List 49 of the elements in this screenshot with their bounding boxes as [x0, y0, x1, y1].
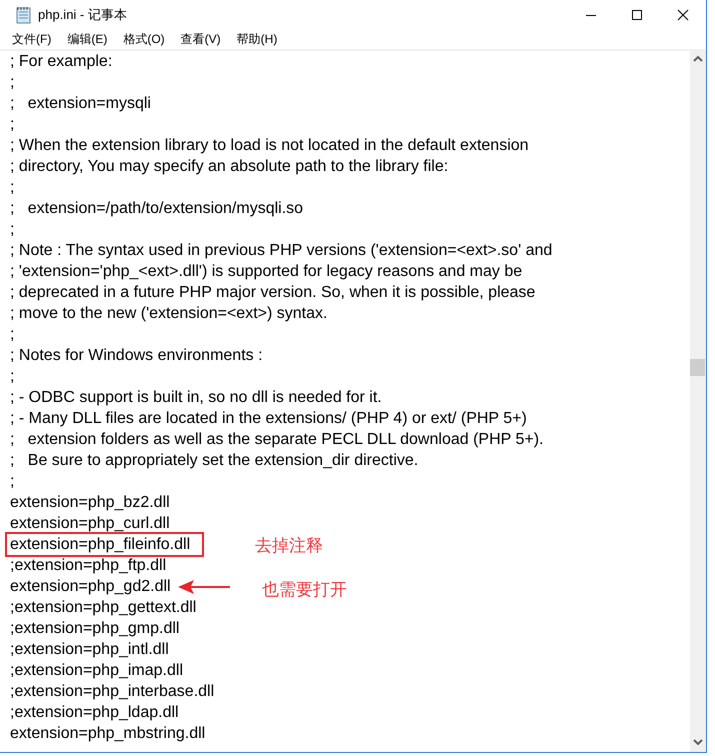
code-line: ; - ODBC support is built in, so no dll is needed for it.	[9, 388, 383, 407]
code-line: ; Be sure to appropriately set the extension_dir directive.	[9, 451, 420, 470]
arrow-icon	[178, 580, 230, 594]
code-line: ; For example:	[9, 52, 114, 71]
window-title: php.ini - 记事本	[38, 6, 127, 24]
annotation-note: 也需要打开	[262, 579, 347, 601]
code-line: ; extension=/path/to/extension/mysqli.so	[9, 199, 304, 218]
code-line: ;	[9, 115, 16, 134]
notepad-icon	[16, 6, 32, 24]
menu-item[interactable]: 文件(F)	[9, 31, 54, 48]
code-line: ; Notes for Windows environments :	[9, 346, 264, 365]
code-line: ; - Many DLL files are located in the extensions/ (PHP 4) or ext/ (PHP 5+)	[9, 409, 528, 428]
code-line: ;extension=php_imap.dll	[9, 661, 184, 680]
code-line: ;	[9, 367, 16, 386]
code-line: ;extension=php_gmp.dll	[9, 619, 180, 638]
code-line: ; Note : The syntax used in previous PHP versions ('extension=<ext>.so' and	[9, 241, 554, 260]
highlighted-code-line: extension=php_fileinfo.dll	[7, 534, 202, 555]
code-line: ;	[9, 73, 16, 92]
scroll-up-icon[interactable]	[693, 55, 703, 63]
code-line: ; deprecated in a future PHP major version. So, when it is possible, please	[9, 283, 536, 302]
code-line: extension=php_gd2.dll	[9, 577, 172, 596]
maximize-icon	[631, 9, 643, 21]
code-line: ;	[9, 325, 16, 344]
scroll-down-icon[interactable]	[693, 738, 703, 746]
code-line: ;extension=php_interbase.dll	[9, 682, 216, 701]
menu-item[interactable]: 格式(O)	[120, 31, 168, 48]
code-line: extension=php_mbstring.dll	[9, 724, 206, 743]
code-line: ; extension folders as well as the separate PECL DLL download (PHP 5+).	[9, 430, 544, 449]
code-line: ; 'extension='php_<ext>.dll') is supported for legacy reasons and may be	[9, 262, 524, 281]
annotation-note: 去掉注释	[255, 535, 323, 557]
code-line: ;extension=php_gettext.dll	[9, 598, 198, 617]
code-line: ;extension=php_ftp.dll	[9, 556, 168, 575]
menu-item[interactable]: 帮助(H)	[234, 31, 280, 48]
code-line: ; When the extension library to load is not located in the default extension	[9, 136, 530, 155]
code-line: ; directory, You may specify an absolute path to the library file:	[9, 157, 450, 176]
vertical-scrollbar[interactable]	[690, 51, 706, 752]
code-line: extension=php_bz2.dll	[9, 493, 171, 512]
menu-item[interactable]: 编辑(E)	[64, 31, 110, 48]
code-line: ;	[9, 220, 16, 239]
code-line: ;extension=php_ldap.dll	[9, 703, 180, 722]
close-icon	[677, 9, 689, 21]
code-line: ; move to the new ('extension=<ext>) syntax.	[9, 304, 328, 323]
code-line: ;extension=php_intl.dll	[9, 640, 170, 659]
code-line: ;	[9, 178, 16, 197]
code-line: extension=php_curl.dll	[9, 514, 171, 533]
code-line: ; extension=mysqli	[9, 94, 152, 113]
scrollbar-thumb[interactable]	[690, 359, 705, 376]
menu-item[interactable]: 查看(V)	[178, 31, 224, 48]
code-line: ;	[9, 472, 16, 491]
